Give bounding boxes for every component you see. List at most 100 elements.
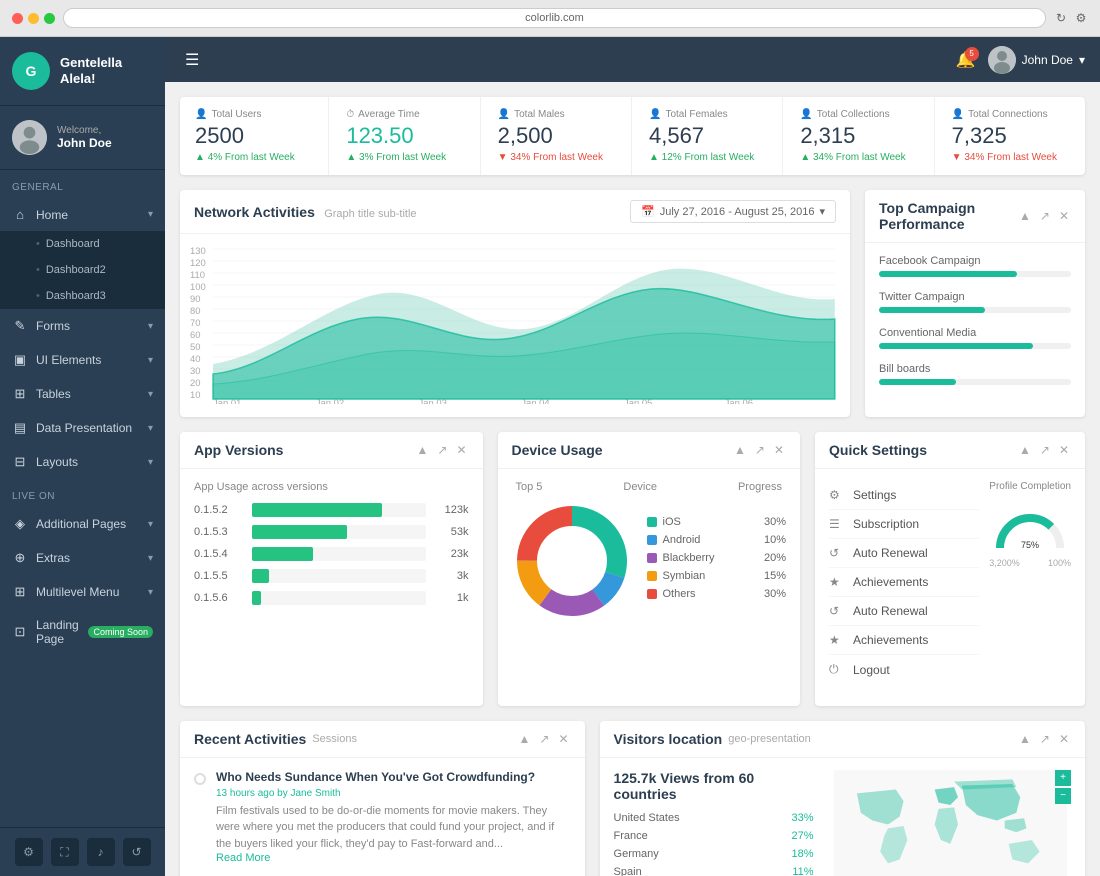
expand-button[interactable]: ↗	[753, 443, 767, 457]
zoom-out-button[interactable]: −	[1055, 788, 1071, 804]
sidebar-item-dashboard3[interactable]: Dashboard3	[0, 283, 165, 309]
version-value: 53k	[434, 526, 469, 538]
svg-text:100: 100	[190, 282, 206, 292]
sidebar-settings-button[interactable]: ⚙	[15, 838, 43, 866]
collapse-button[interactable]: ▲	[517, 732, 533, 746]
nav-link-landing[interactable]: ⊡ Landing Page Coming Soon	[0, 609, 165, 655]
close-button[interactable]: ✕	[556, 732, 570, 746]
activity-content: Who Needs Sundance When You've Got Crowd…	[216, 770, 571, 864]
expand-button[interactable]: ↗	[1038, 443, 1052, 457]
campaign-bar	[879, 307, 985, 313]
quick-settings-body: ⚙ Settings ☰ Subscription ↺ Auto Renewal	[815, 469, 1085, 706]
zoom-in-button[interactable]: +	[1055, 770, 1071, 786]
campaign-expand-button[interactable]: ↗	[1038, 209, 1052, 223]
nav-link-ui[interactable]: ▣ UI Elements ▾	[0, 343, 165, 377]
settings-button[interactable]: ⚙	[1074, 11, 1088, 25]
user-menu[interactable]: John Doe ▾	[988, 46, 1085, 74]
svg-text:20: 20	[190, 378, 201, 388]
collapse-button[interactable]: ▲	[414, 443, 430, 457]
legend-name: Others	[663, 588, 696, 600]
collections-icon: 👤	[800, 109, 812, 120]
nav-link-home[interactable]: ⌂ Home ▾	[0, 198, 165, 231]
hamburger-button[interactable]: ☰	[180, 45, 204, 75]
males-icon: 👤	[498, 109, 510, 120]
users-icon: 👤	[195, 109, 207, 120]
settings-item-achievements1[interactable]: ★ Achievements	[829, 568, 979, 597]
close-button[interactable]: ✕	[454, 443, 468, 457]
sidebar-logo: G	[12, 52, 50, 90]
network-row: Network Activities Graph title sub-title…	[180, 190, 1085, 417]
nav-link-extras[interactable]: ⊕ Extras ▾	[0, 541, 165, 575]
stat-label: 👤 Total Connections	[952, 109, 1070, 120]
stat-females: 👤 Total Females 4,567 ▲ 12% From last We…	[634, 97, 783, 175]
maximize-dot[interactable]	[44, 13, 55, 24]
nav-item-landing: ⊡ Landing Page Coming Soon	[0, 609, 165, 655]
expand-button[interactable]: ↗	[1038, 732, 1052, 746]
stat-value: 7,325	[952, 123, 1070, 149]
sidebar-refresh-button[interactable]: ↺	[123, 838, 151, 866]
close-button[interactable]: ✕	[772, 443, 786, 457]
close-button[interactable]: ✕	[1057, 443, 1071, 457]
close-dot[interactable]	[12, 13, 23, 24]
settings-item-autorenewal2[interactable]: ↺ Auto Renewal	[829, 597, 979, 626]
recent-activities-subtitle: Sessions	[312, 733, 357, 745]
notifications-button[interactable]: 🔔 5	[956, 50, 976, 70]
campaign-bar-bg	[879, 307, 1071, 313]
close-button[interactable]: ✕	[1057, 732, 1071, 746]
progress-col-label: Progress	[738, 481, 782, 493]
legend-dot	[647, 589, 657, 599]
refresh-button[interactable]: ↻	[1054, 11, 1068, 25]
date-range-button[interactable]: 📅 July 27, 2016 - August 25, 2016 ▾	[630, 200, 836, 223]
minimize-dot[interactable]	[28, 13, 39, 24]
nav-label-landing: Landing Page	[36, 618, 80, 646]
quick-settings-header: Quick Settings ▲ ↗ ✕	[815, 432, 1085, 469]
settings-item-settings[interactable]: ⚙ Settings	[829, 481, 979, 510]
settings-item-autorenewal1[interactable]: ↺ Auto Renewal	[829, 539, 979, 568]
campaign-widget: Top Campaign Performance ▲ ↗ ✕ Facebook …	[865, 190, 1085, 417]
settings-item-achievements2[interactable]: ★ Achievements	[829, 626, 979, 655]
collapse-button[interactable]: ▲	[1017, 732, 1033, 746]
nav-link-additional[interactable]: ◈ Additional Pages ▾	[0, 507, 165, 541]
nav-item-layouts: ⊟ Layouts ▾	[0, 445, 165, 479]
legend-left: iOS	[647, 516, 681, 528]
nav-link-forms[interactable]: ✎ Forms ▾	[0, 309, 165, 343]
expand-button[interactable]: ↗	[537, 732, 551, 746]
stat-value: 2,315	[800, 123, 918, 149]
stat-label: 👤 Total Males	[498, 109, 616, 120]
settings-item-logout[interactable]: ⏻ Logout	[829, 655, 979, 684]
sidebar-expand-button[interactable]: ⛶	[51, 838, 79, 866]
campaign-bar	[879, 271, 1017, 277]
campaign-collapse-button[interactable]: ▲	[1017, 209, 1033, 223]
collapse-button[interactable]: ▲	[1017, 443, 1033, 457]
device-col-label: Device	[623, 481, 657, 493]
sidebar-item-dashboard2[interactable]: Dashboard2	[0, 257, 165, 283]
url-bar[interactable]: colorlib.com	[63, 8, 1046, 28]
campaign-bar	[879, 379, 956, 385]
settings-item-subscription[interactable]: ☰ Subscription	[829, 510, 979, 539]
nav-link-layouts[interactable]: ⊟ Layouts ▾	[0, 445, 165, 479]
network-chart-subtitle: Graph title sub-title	[324, 208, 416, 220]
activity-item-1: Who Needs Sundance When You've Got Crowd…	[194, 770, 571, 864]
stat-males: 👤 Total Males 2,500 ▼ 34% From last Week	[483, 97, 632, 175]
nav-link-tables[interactable]: ⊞ Tables ▾	[0, 377, 165, 411]
nav-link-data[interactable]: ▤ Data Presentation ▾	[0, 411, 165, 445]
legend-dot	[647, 553, 657, 563]
campaign-close-button[interactable]: ✕	[1057, 209, 1071, 223]
version-bar-bg	[252, 547, 426, 561]
navbar-right: 🔔 5 John Doe ▾	[956, 46, 1085, 74]
achievements-icon: ★	[829, 575, 845, 589]
sidebar-sound-button[interactable]: ♪	[87, 838, 115, 866]
visitors-subtitle: geo-presentation	[728, 733, 811, 745]
expand-button[interactable]: ↗	[435, 443, 449, 457]
logout-icon: ⏻	[829, 662, 845, 677]
version-item-1: 0.1.5.2 123k	[194, 503, 469, 517]
collapse-button[interactable]: ▲	[732, 443, 748, 457]
read-more-link[interactable]: Read More	[216, 852, 571, 864]
campaign-item-media: Conventional Media	[879, 327, 1071, 349]
sidebar-item-dashboard[interactable]: Dashboard	[0, 231, 165, 257]
legend-item-blackberry: Blackberry 20%	[647, 552, 787, 564]
legend-left: Others	[647, 588, 696, 600]
app-versions-header: App Versions ▲ ↗ ✕	[180, 432, 483, 469]
nav-link-multilevel[interactable]: ⊞ Multilevel Menu ▾	[0, 575, 165, 609]
country-name: Spain	[614, 866, 642, 876]
